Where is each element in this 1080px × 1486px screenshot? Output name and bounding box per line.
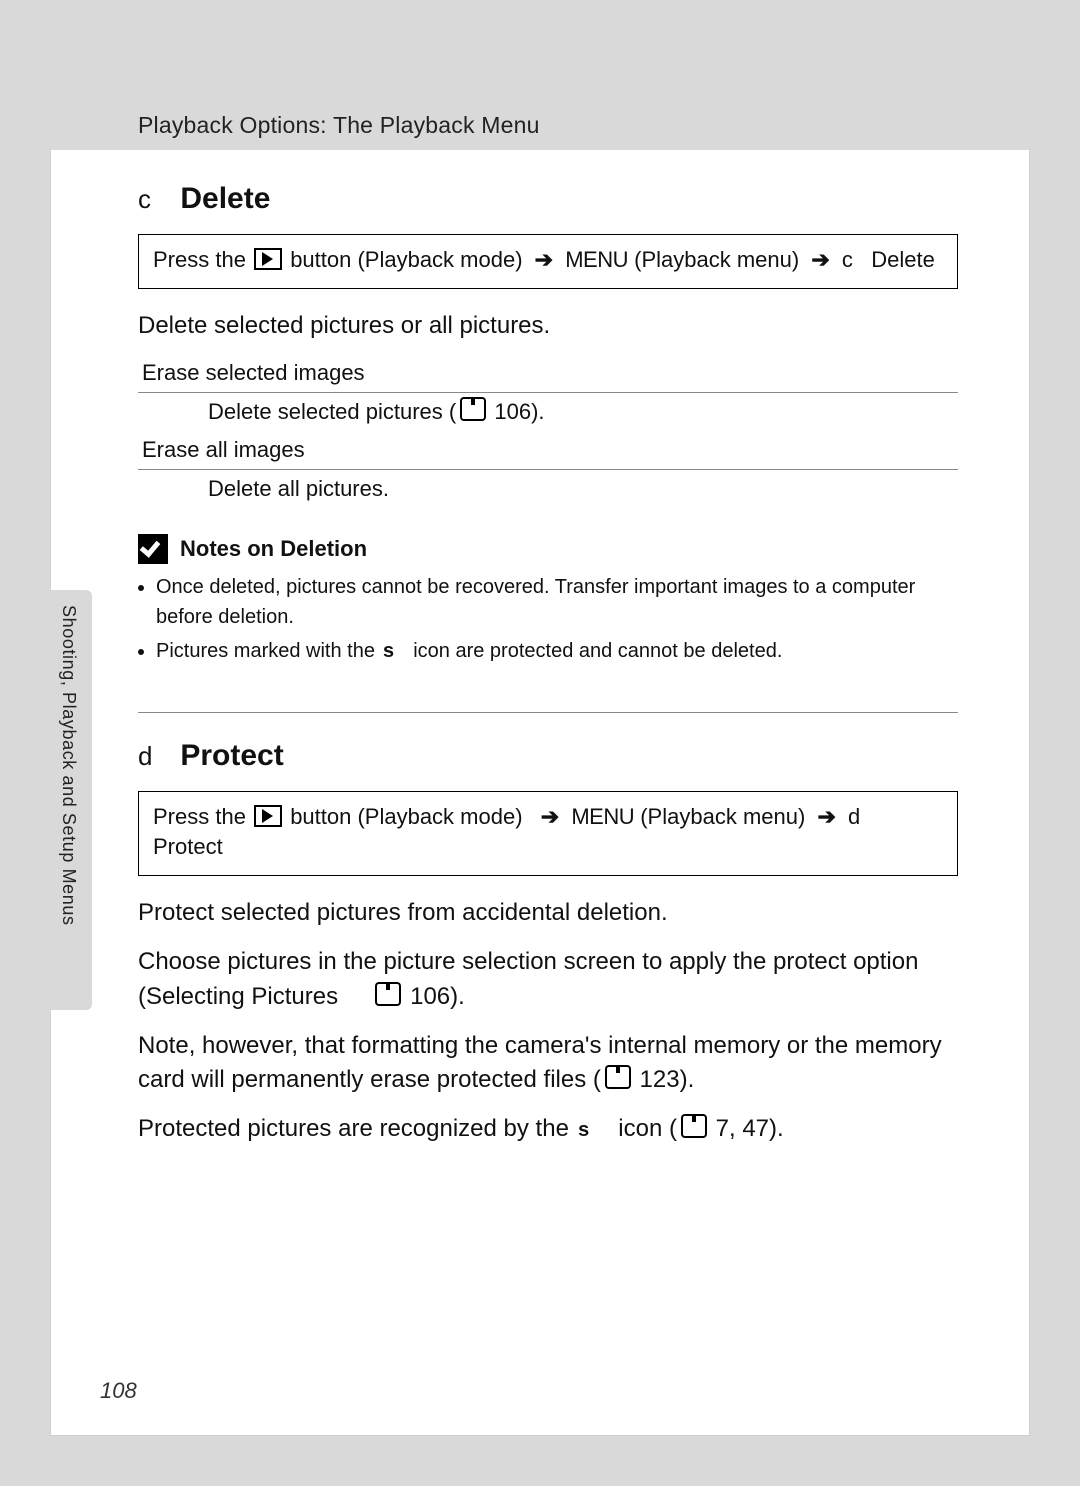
page: Playback Options: The Playback Menu Shoo… <box>50 50 1030 1436</box>
para4-pre: Protected pictures are recognized by the <box>138 1115 576 1142</box>
def-desc-ref: 106 <box>494 399 531 424</box>
para3-ref: 123 <box>640 1066 680 1093</box>
section-delete-prefix: c <box>138 184 158 215</box>
para2-post: ). <box>450 983 465 1010</box>
breadcrumb-tail: Delete <box>871 247 935 272</box>
check-icon <box>138 534 168 564</box>
arrow-icon: ➔ <box>535 245 553 276</box>
page-number: 108 <box>100 1378 137 1404</box>
breadcrumb-menu-after: (Playback menu) <box>634 247 799 272</box>
para3-pre: Note, however, that formatting the camer… <box>138 1032 942 1094</box>
playback-icon <box>254 248 282 270</box>
breadcrumb-btn: button (Playback mode) <box>290 247 522 272</box>
def-desc-post: ). <box>531 399 544 424</box>
notes-list: Once deleted, pictures cannot be recover… <box>138 572 958 668</box>
notes-title: Notes on Deletion <box>138 534 958 564</box>
breadcrumb-protect: Press the button (Playback mode) ➔ MENU … <box>138 791 958 877</box>
manual-ref-icon <box>460 403 486 421</box>
para4-mid: icon ( <box>612 1115 677 1142</box>
side-tab: Shooting, Playback and Setup Menus <box>50 590 92 1010</box>
protect-s-icon: s <box>576 1117 592 1146</box>
def-term-erase-all: Erase all images <box>138 435 958 470</box>
delete-intro: Delete selected pictures or all pictures… <box>138 309 958 344</box>
protect-para1: Protect selected pictures from accidenta… <box>138 896 958 931</box>
def-desc-pre: Delete all pictures. <box>208 476 389 501</box>
arrow-icon: ➔ <box>811 245 829 276</box>
para2-pre: Choose pictures in the picture selection… <box>138 948 918 1010</box>
protect-para3: Note, however, that formatting the camer… <box>138 1029 958 1099</box>
breadcrumb-tail-prefix: d <box>848 804 860 829</box>
playback-icon <box>254 805 282 827</box>
def-term-erase-selected: Erase selected images <box>138 358 958 393</box>
def-desc-erase-all: Delete all pictures. <box>138 470 958 512</box>
viewport: Playback Options: The Playback Menu Shoo… <box>0 0 1080 1486</box>
notes-item: Pictures marked with the s icon are prot… <box>156 636 958 668</box>
section-delete-title: c Delete <box>138 182 958 216</box>
manual-ref-icon <box>605 1071 631 1089</box>
side-tab-label: Shooting, Playback and Setup Menus <box>58 605 79 926</box>
notes-title-text: Notes on Deletion <box>180 536 367 562</box>
menu-label: MENU <box>571 804 634 829</box>
protect-para2: Choose pictures in the picture selection… <box>138 945 958 1015</box>
section-protect-title: d Protect <box>138 739 958 773</box>
para4-post: ). <box>769 1115 784 1142</box>
content-area: c Delete Press the button (Playback mode… <box>138 170 958 1161</box>
menu-label: MENU <box>565 247 628 272</box>
para3-post: ). <box>680 1066 695 1093</box>
delete-definitions: Erase selected images Delete selected pi… <box>138 358 958 512</box>
section-divider <box>138 712 958 713</box>
breadcrumb-delete: Press the button (Playback mode) ➔ MENU … <box>138 234 958 289</box>
notes-item: Once deleted, pictures cannot be recover… <box>156 572 958 632</box>
section-protect-heading: Protect <box>180 739 283 772</box>
para4-ref: 7, 47 <box>716 1115 769 1142</box>
manual-ref-icon <box>681 1120 707 1138</box>
arrow-icon: ➔ <box>817 802 835 833</box>
para2-ref: 106 <box>410 983 450 1010</box>
def-desc-pre: Delete selected pictures ( <box>208 399 456 424</box>
breadcrumb-tail: Protect <box>153 834 223 859</box>
arrow-icon: ➔ <box>541 802 559 833</box>
protect-s-icon: s <box>381 638 397 668</box>
section-delete-heading: Delete <box>180 182 270 215</box>
page-header-title: Playback Options: The Playback Menu <box>138 112 540 139</box>
breadcrumb-btn: button (Playback mode) <box>290 804 522 829</box>
manual-ref-icon <box>375 988 401 1006</box>
breadcrumb-menu-after: (Playback menu) <box>640 804 805 829</box>
protect-para4: Protected pictures are recognized by the… <box>138 1112 958 1147</box>
section-protect-prefix: d <box>138 741 158 772</box>
notes-on-deletion: Notes on Deletion Once deleted, pictures… <box>138 534 958 668</box>
breadcrumb-tail-prefix: c <box>842 247 853 272</box>
breadcrumb-press: Press the <box>153 804 246 829</box>
breadcrumb-press: Press the <box>153 247 246 272</box>
def-desc-erase-selected: Delete selected pictures ( 106). <box>138 393 958 435</box>
